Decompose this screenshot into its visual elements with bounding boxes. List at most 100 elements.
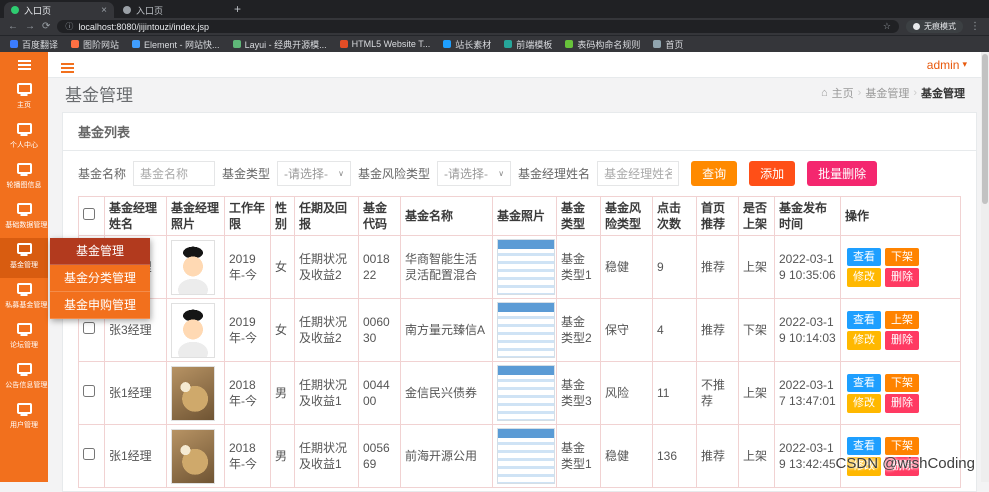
- shelf-toggle-button[interactable]: 下架: [885, 373, 919, 393]
- fund-type-select[interactable]: -请选择- ∨: [277, 161, 352, 186]
- breadcrumb-items: 主页 › 基金管理 › 基金管理: [832, 85, 965, 101]
- collapse-menu-icon[interactable]: [61, 56, 74, 74]
- page-scrollbar[interactable]: [981, 52, 989, 482]
- column-header: 基金名称: [400, 195, 493, 237]
- shelf-toggle-button[interactable]: 上架: [885, 310, 919, 330]
- column-header: 基金经理照片: [166, 195, 225, 237]
- row-checkbox[interactable]: [83, 385, 95, 398]
- risk-cell: 保守: [600, 298, 653, 363]
- monitor-icon: [16, 323, 32, 334]
- breadcrumb-item[interactable]: 主页: [832, 85, 854, 101]
- user-menu[interactable]: admin ▾: [927, 58, 967, 72]
- breadcrumb-item[interactable]: 基金管理: [865, 85, 909, 101]
- delete-button[interactable]: 删除: [885, 331, 919, 351]
- column-header: 首页推荐: [696, 195, 739, 237]
- bookmark-item[interactable]: 表码构命名规则: [565, 38, 640, 51]
- bookmark-item[interactable]: 站长素材: [443, 38, 491, 51]
- recommend-cell: 不推荐: [696, 361, 739, 426]
- monitor-icon: [16, 203, 32, 214]
- bookmark-label: 百度翻译: [22, 39, 59, 50]
- browser-tab[interactable]: 入口页: [116, 2, 226, 18]
- risk-type-select[interactable]: -请选择- ∨: [437, 161, 512, 186]
- bookmark-item[interactable]: 百度翻译: [10, 38, 58, 51]
- sidebar-item[interactable]: 用户管理: [0, 398, 48, 438]
- select-all-checkbox[interactable]: [83, 208, 95, 221]
- fund-photo-cell: [492, 424, 557, 489]
- submenu-item[interactable]: 基金申购管理: [50, 292, 150, 319]
- bookmark-item[interactable]: 首页: [653, 38, 683, 51]
- row-checkbox[interactable]: [83, 322, 95, 335]
- back-icon[interactable]: ←: [8, 21, 18, 32]
- fund-table: 基金经理姓名 基金经理照片 工作年限 性别 任期及回报 基金代码 基金名称 基金照片 基金类型基…: [78, 195, 961, 489]
- bookmarks-bar: 百度翻译 图阶网站 Element - 网站快... Layui - 经典开源模...…: [0, 35, 989, 52]
- chevron-down-icon: ∨: [338, 169, 345, 178]
- row-checkbox[interactable]: [83, 448, 95, 461]
- sidebar-item-label: 公告信息管理: [5, 380, 48, 389]
- submenu-item[interactable]: 基金管理: [50, 238, 150, 265]
- bookmark-favicon-icon: [132, 40, 141, 48]
- query-button[interactable]: 查询: [691, 161, 738, 186]
- delete-button[interactable]: 删除: [885, 268, 919, 288]
- burger-bars: [17, 64, 31, 66]
- fund-name-input[interactable]: [133, 161, 216, 186]
- view-button[interactable]: 查看: [847, 310, 881, 330]
- view-button[interactable]: 查看: [847, 436, 881, 456]
- years-cell: 2019年-今: [224, 298, 271, 363]
- column-header: 任期及回报: [294, 195, 359, 237]
- shelf-cell: 上架: [738, 361, 775, 426]
- bookmark-item[interactable]: Layui - 经典开源模...: [232, 38, 327, 51]
- tab-close-icon[interactable]: ×: [101, 5, 107, 16]
- shelf-toggle-button[interactable]: 下架: [885, 247, 919, 267]
- batch-delete-button[interactable]: 批量删除: [807, 161, 878, 186]
- url-box[interactable]: ⓘ localhost:8080/jijintouzi/index.jsp ☆: [57, 20, 899, 33]
- bookmark-item[interactable]: Element - 网站快...: [132, 38, 220, 51]
- delete-button[interactable]: 删除: [885, 394, 919, 414]
- edit-button[interactable]: 修改: [847, 394, 881, 414]
- sidebar-item[interactable]: 个人中心: [0, 118, 48, 158]
- column-header: 基金照片: [492, 195, 557, 237]
- fund-type-value: -请选择-: [284, 167, 329, 181]
- scrollbar-thumb[interactable]: [982, 54, 988, 204]
- sidebar-item[interactable]: 轮播图信息: [0, 158, 48, 198]
- bookmark-label: 图阶网站: [83, 39, 120, 50]
- bookmark-item[interactable]: HTML5 Website T...: [339, 39, 430, 49]
- new-tab-button[interactable]: +: [234, 2, 241, 18]
- username: admin: [926, 57, 960, 72]
- forward-icon[interactable]: →: [25, 21, 35, 32]
- fund-submenu: 基金管理 基金分类管理 基金申购管理: [50, 238, 150, 319]
- bookmark-star-icon[interactable]: ☆: [883, 21, 891, 32]
- sidebar-item[interactable]: 私募基金管理: [0, 278, 48, 318]
- add-button[interactable]: 添加: [749, 161, 796, 186]
- caret-down-icon: ▾: [962, 59, 967, 69]
- time-cell: 2022-03-17 13:47:01: [774, 361, 841, 426]
- edit-button[interactable]: 修改: [847, 331, 881, 351]
- sidebar-item[interactable]: 公告信息管理: [0, 358, 48, 398]
- sidebar-item[interactable]: 论坛管理: [0, 318, 48, 358]
- edit-button[interactable]: 修改: [847, 268, 881, 288]
- breadcrumb-item: 基金管理: [921, 88, 965, 100]
- sidebar-item[interactable]: 基础数据管理: [0, 198, 48, 238]
- table-body: 张3经理2019年-今女任期状况及收益2001822华商智能生活灵活配置混合基金…: [78, 235, 961, 489]
- sidebar-burger-icon[interactable]: [0, 52, 48, 78]
- browser-tab[interactable]: 入口页 ×: [4, 2, 114, 18]
- app-topbar: admin ▾: [48, 52, 989, 78]
- chevron-down-icon: ∨: [498, 169, 505, 178]
- sidebar-item[interactable]: 基金管理: [0, 238, 48, 278]
- reload-icon[interactable]: ⟳: [42, 21, 50, 32]
- tab-favicon-icon: [123, 6, 131, 14]
- view-button[interactable]: 查看: [847, 247, 881, 267]
- view-button[interactable]: 查看: [847, 373, 881, 393]
- manager-name-input[interactable]: [597, 161, 680, 186]
- tab-title-label: 入口页: [136, 5, 164, 16]
- bookmark-item[interactable]: 图阶网站: [71, 38, 119, 51]
- sidebar-item-label: 用户管理: [9, 420, 39, 429]
- bookmark-item[interactable]: 前端模板: [504, 38, 552, 51]
- submenu-item[interactable]: 基金分类管理: [50, 265, 150, 292]
- sidebar-item[interactable]: 主页: [0, 78, 48, 118]
- risk-type-label: 基金风险类型: [358, 167, 431, 181]
- breadcrumb-separator: ›: [913, 87, 917, 99]
- site-info-icon[interactable]: ⓘ: [65, 21, 73, 32]
- browser-menu-icon[interactable]: ⋮: [970, 21, 981, 32]
- shelf-toggle-button[interactable]: 下架: [885, 436, 919, 456]
- manager-name-cell: 张1经理: [104, 424, 167, 489]
